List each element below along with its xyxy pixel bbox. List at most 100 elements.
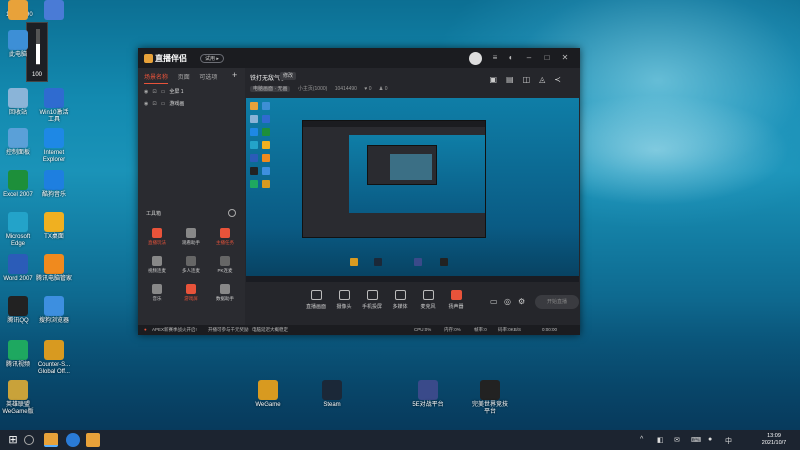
- settings-icon[interactable]: ⚙: [518, 297, 525, 306]
- toolbox-item-label: 直播玩法: [148, 240, 166, 245]
- taskbar-app-browser[interactable]: [66, 433, 80, 447]
- desktop-icon-label: 酷狗音乐: [41, 192, 66, 198]
- toolbox-item[interactable]: 主播任务: [210, 228, 240, 246]
- tray-icon[interactable]: ◧: [657, 436, 664, 444]
- control-button[interactable]: 多媒体: [386, 290, 414, 310]
- toolbox-item-icon: [186, 284, 196, 294]
- toolbox-collapse-icon[interactable]: [228, 209, 236, 217]
- desktop-icon[interactable]: WeGame: [240, 380, 296, 409]
- toolbox-item[interactable]: 音乐: [142, 284, 172, 302]
- volume-value: 100: [31, 72, 42, 78]
- desktop-app-icon: [8, 88, 28, 108]
- toolbox-item-icon: [186, 228, 196, 238]
- avatar[interactable]: [469, 52, 482, 65]
- control-button[interactable]: 摄像头: [330, 290, 358, 310]
- desktop-icon[interactable]: Counter-S... Global Off...: [26, 340, 82, 376]
- tray-icon[interactable]: ^: [640, 436, 643, 443]
- search-icon[interactable]: [24, 435, 34, 445]
- taskbar-app-zhibo[interactable]: [44, 433, 58, 447]
- toolbox-item[interactable]: PK连麦: [210, 256, 240, 274]
- desktop-icon[interactable]: Internet Explorer: [26, 128, 82, 164]
- source-item[interactable]: ◉ ⊡ ▭ 游戏画: [144, 100, 184, 107]
- tray-icon[interactable]: 中: [725, 436, 732, 446]
- desktop-icon[interactable]: [26, 0, 82, 22]
- preview-desktop-icon: [262, 154, 270, 162]
- add-scene-button[interactable]: +: [232, 70, 237, 80]
- control-button[interactable]: 扬声器: [442, 290, 470, 310]
- app-window[interactable]: 直播伴侣 试用 ▸ ≡ ◐ – □ ✕ 场景名称 页面 可选项 + ◉ ⊡ ▭ 全屏 …: [138, 48, 580, 335]
- source-label: 全屏 1: [169, 89, 184, 95]
- desktop-icon[interactable]: 5E对战平台: [400, 380, 456, 409]
- tab-page[interactable]: 页面: [178, 75, 190, 81]
- lock-icon[interactable]: ⊡: [152, 89, 156, 95]
- start-button[interactable]: ⊞: [6, 433, 20, 447]
- toolbox-item-icon: [152, 284, 162, 294]
- source-item[interactable]: ◉ ⊡ ▭ 全屏 1: [144, 88, 183, 95]
- tray-icon[interactable]: ●: [708, 436, 712, 443]
- taskbar-app-zhibo-2[interactable]: [86, 433, 100, 447]
- control-button-label: 扬声器: [448, 304, 464, 310]
- desktop-icon[interactable]: Win10激活 工具: [26, 88, 82, 124]
- status-announcement[interactable]: APEX新赛季战火开启!: [152, 325, 197, 335]
- desktop-icon-label: 搜狗浏览器: [38, 318, 69, 324]
- version-badge[interactable]: 试用 ▸: [200, 54, 224, 63]
- maximize-icon[interactable]: □: [542, 53, 552, 62]
- tab-scene[interactable]: 场景名称: [144, 75, 169, 84]
- stream-preview[interactable]: [246, 98, 579, 282]
- nested-preview: [349, 135, 485, 213]
- toolbox-item[interactable]: 多人连麦: [176, 256, 206, 274]
- desktop-icon[interactable]: 腾讯电脑管家: [26, 254, 82, 283]
- close-icon[interactable]: ✕: [560, 53, 570, 62]
- toolbox-item[interactable]: 视频连麦: [142, 256, 172, 274]
- desktop-app-icon: [44, 0, 64, 20]
- clock[interactable]: 13:09 2021/10/7: [754, 433, 794, 447]
- gift-icon[interactable]: ◫: [523, 75, 540, 84]
- status-latency: 电脑延迟大概稳定: [252, 327, 288, 332]
- desktop-app-icon: [8, 170, 28, 190]
- desktop-app-icon: [8, 254, 28, 274]
- control-button[interactable]: 麦克风: [414, 290, 442, 310]
- desktop-icon-label: Steam: [323, 402, 341, 408]
- desktop-icon[interactable]: 英雄联盟 WeGame版: [0, 380, 46, 416]
- minimize-icon[interactable]: –: [524, 53, 534, 62]
- menu-icon[interactable]: ≡: [490, 53, 500, 62]
- toolbox-item[interactable]: 游戏屏: [176, 284, 206, 302]
- start-stream-button[interactable]: 开始直播: [535, 295, 579, 309]
- desktop-icon[interactable]: Steam: [304, 380, 360, 409]
- control-button-label: 直播画面: [305, 304, 326, 310]
- delete-icon[interactable]: ▣: [489, 75, 506, 84]
- tab-options[interactable]: 可选项: [199, 75, 217, 81]
- skin-icon[interactable]: ◐: [506, 53, 516, 62]
- desktop-icon[interactable]: 完美世界竞技 平台: [462, 380, 518, 416]
- preview-desktop-icon: [250, 115, 258, 123]
- eye-icon[interactable]: ◎: [504, 297, 511, 306]
- desktop-icon[interactable]: TX桌面: [26, 212, 82, 241]
- tray-icon[interactable]: ✉: [674, 436, 680, 444]
- lock-icon[interactable]: ▤: [506, 75, 523, 84]
- nested-nested-preview: [390, 154, 432, 180]
- desktop-icon[interactable]: 搜狗浏览器: [26, 296, 82, 325]
- edit-title-button[interactable]: 修改: [280, 72, 297, 80]
- eye-icon[interactable]: ◉: [144, 101, 148, 107]
- lock-icon[interactable]: ⊡: [152, 101, 156, 107]
- desktop-icon[interactable]: 酷狗音乐: [26, 170, 82, 199]
- share-icon[interactable]: ≺: [554, 75, 570, 84]
- desktop-icon[interactable]: 此电脑: [0, 30, 46, 59]
- toolbox-item[interactable]: 观看助手: [176, 228, 206, 246]
- control-button[interactable]: 直播画面: [302, 290, 330, 310]
- toolbox-item[interactable]: 数据助手: [210, 284, 240, 302]
- bell-icon[interactable]: ◬: [539, 75, 554, 84]
- tray-icon[interactable]: ⌨: [691, 436, 701, 444]
- eye-icon[interactable]: ◉: [144, 89, 148, 95]
- viewer-count: ♟ 0: [378, 86, 388, 92]
- toolbox-item[interactable]: 直播玩法: [142, 228, 172, 246]
- app-name: 直播伴侣: [155, 54, 187, 63]
- desktop-app-icon: [258, 380, 278, 400]
- source-chip[interactable]: 电脑画面 · 无画: [250, 86, 291, 92]
- record-icon[interactable]: ▭: [490, 297, 498, 306]
- app-titlebar[interactable]: 直播伴侣 试用 ▸ ≡ ◐ – □ ✕: [138, 48, 580, 68]
- status-reward[interactable]: 开播可参与千元奖励: [208, 325, 249, 335]
- game-icon: ▭: [160, 101, 166, 107]
- control-button[interactable]: 手机投屏: [358, 290, 386, 310]
- desktop-app-icon: [44, 170, 64, 190]
